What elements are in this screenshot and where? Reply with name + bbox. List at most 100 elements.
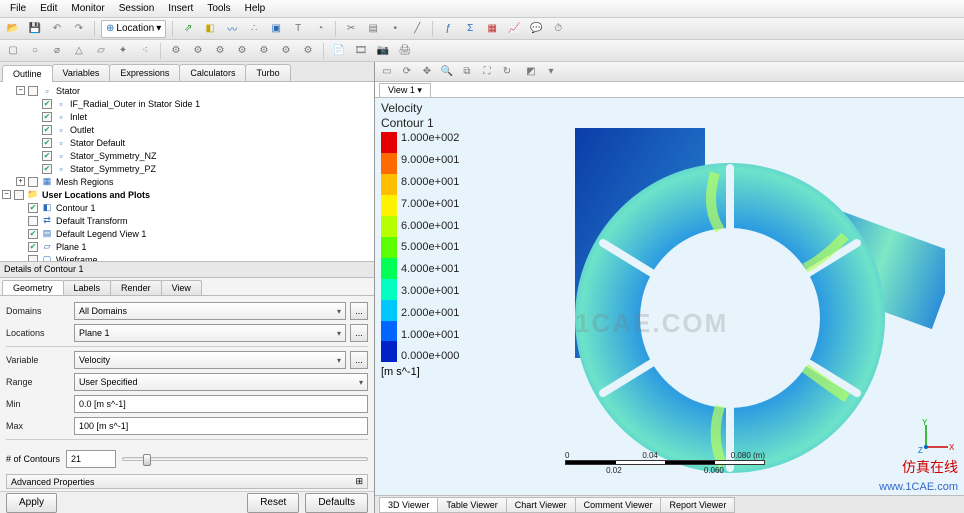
menu-tools[interactable]: Tools (201, 1, 236, 16)
3d-viewport[interactable]: Velocity Contour 1 1.000e+0029.000e+0018… (375, 98, 964, 495)
tree-checkbox[interactable]: ✔ (42, 164, 52, 174)
tree-checkbox[interactable] (28, 255, 38, 263)
tree-checkbox[interactable] (28, 86, 38, 96)
tab-variables[interactable]: Variables (52, 64, 111, 81)
print-icon[interactable]: 🖨 (396, 42, 414, 60)
tree-node[interactable]: ▢Wireframe (2, 253, 372, 262)
timer-icon[interactable]: ⏱ (549, 20, 567, 38)
tab-expressions[interactable]: Expressions (109, 64, 180, 81)
domains-more-button[interactable]: ... (350, 302, 368, 320)
tree-checkbox[interactable]: ✔ (28, 203, 38, 213)
tree-toggle[interactable]: − (16, 86, 25, 95)
tree-node[interactable]: ✔▫Stator Default (2, 136, 372, 149)
turbo4-icon[interactable]: ⚙ (233, 42, 251, 60)
plane-icon[interactable]: ▱ (92, 42, 110, 60)
menu-session[interactable]: Session (113, 1, 161, 16)
point-icon[interactable]: • (386, 20, 404, 38)
tab-outline[interactable]: Outline (2, 65, 53, 82)
tab-calculators[interactable]: Calculators (179, 64, 246, 81)
contours-spinner[interactable]: 21 (66, 450, 116, 468)
location-dropdown[interactable]: ⊕ Location ▾ (101, 20, 166, 38)
orientation-triad[interactable]: X Y Z (918, 419, 954, 455)
tree-toggle[interactable]: + (16, 177, 25, 186)
turbo5-icon[interactable]: ⚙ (255, 42, 273, 60)
comment-icon[interactable]: 💬 (527, 20, 545, 38)
range-combo[interactable]: User Specified▾ (74, 373, 368, 391)
tab-geometry[interactable]: Geometry (2, 280, 64, 295)
zoom-box-icon[interactable]: ⧉ (459, 64, 475, 80)
report-icon[interactable]: 📄 (330, 42, 348, 60)
tab-comment-viewer[interactable]: Comment Viewer (575, 497, 662, 513)
tab-turbo[interactable]: Turbo (245, 64, 290, 81)
text-icon[interactable]: T (289, 20, 307, 38)
tree-node[interactable]: ✔▫Outlet (2, 123, 372, 136)
particle-icon[interactable]: ∴ (245, 20, 263, 38)
clip-icon[interactable]: ✂ (342, 20, 360, 38)
streamline-icon[interactable]: 〰 (223, 20, 241, 38)
menu-file[interactable]: File (4, 1, 32, 16)
turbo1-icon[interactable]: ⚙ (167, 42, 185, 60)
cylinder-icon[interactable]: ⌀ (48, 42, 66, 60)
pan-icon[interactable]: ✥ (419, 64, 435, 80)
apply-button[interactable]: Apply (6, 493, 57, 513)
locations-combo[interactable]: Plane 1▾ (74, 324, 346, 342)
turbo6-icon[interactable]: ⚙ (277, 42, 295, 60)
cube-icon[interactable]: ▢ (4, 42, 22, 60)
menu-edit[interactable]: Edit (34, 1, 63, 16)
tree-checkbox[interactable]: ✔ (28, 229, 38, 239)
expression-icon[interactable]: Σ (461, 20, 479, 38)
advanced-properties-toggle[interactable]: Advanced Properties ⊞ (6, 474, 368, 489)
reset-button[interactable]: Reset (247, 493, 299, 513)
open-icon[interactable]: 📂 (4, 20, 22, 38)
undo-icon[interactable]: ↶ (48, 20, 66, 38)
cone-icon[interactable]: △ (70, 42, 88, 60)
slider-thumb[interactable] (143, 454, 151, 466)
refresh-icon[interactable]: ↻ (499, 64, 515, 80)
save-icon[interactable]: 💾 (26, 20, 44, 38)
menu-help[interactable]: Help (239, 1, 272, 16)
domains-combo[interactable]: All Domains▾ (74, 302, 346, 320)
chart-icon[interactable]: 📈 (505, 20, 523, 38)
tree-node[interactable]: ✔◧Contour 1 (2, 201, 372, 214)
snapshot-icon[interactable]: 📷 (374, 42, 392, 60)
tree-node[interactable]: ✔▫Stator_Symmetry_PZ (2, 162, 372, 175)
tree-toggle[interactable]: − (2, 190, 11, 199)
min-input[interactable]: 0.0 [m s^-1] (74, 395, 368, 413)
tree-checkbox[interactable]: ✔ (42, 112, 52, 122)
sphere-icon[interactable]: ○ (26, 42, 44, 60)
vector-icon[interactable]: ⇗ (179, 20, 197, 38)
variable-combo[interactable]: Velocity▾ (74, 351, 346, 369)
tree-node[interactable]: −▫Stator (2, 84, 372, 97)
redo-icon[interactable]: ↷ (70, 20, 88, 38)
point-cloud-icon[interactable]: ⁖ (136, 42, 154, 60)
tree-node[interactable]: ⇄Default Transform (2, 214, 372, 227)
animate-icon[interactable]: 🎞 (352, 42, 370, 60)
variable-more-button[interactable]: ... (350, 351, 368, 369)
tab-view[interactable]: View (161, 280, 202, 295)
tree-node[interactable]: +▦Mesh Regions (2, 175, 372, 188)
tree-node[interactable]: ✔▤Default Legend View 1 (2, 227, 372, 240)
tab-labels[interactable]: Labels (63, 280, 112, 295)
tab-chart-viewer[interactable]: Chart Viewer (506, 497, 576, 513)
outline-tree[interactable]: −▫Stator✔▫IF_Radial_Outer in Stator Side… (0, 82, 374, 262)
contours-slider[interactable] (122, 457, 368, 461)
tree-node[interactable]: ✔▱Plane 1 (2, 240, 372, 253)
tree-node[interactable]: −📁User Locations and Plots (2, 188, 372, 201)
turbo7-icon[interactable]: ⚙ (299, 42, 317, 60)
variable-icon[interactable]: ƒ (439, 20, 457, 38)
locations-more-button[interactable]: ... (350, 324, 368, 342)
tree-checkbox[interactable]: ✔ (42, 125, 52, 135)
highlight-icon[interactable]: ◩ (523, 64, 539, 80)
tree-checkbox[interactable] (28, 177, 38, 187)
volume-icon[interactable]: ▣ (267, 20, 285, 38)
tree-node[interactable]: ✔▫IF_Radial_Outer in Stator Side 1 (2, 97, 372, 110)
isosurface-icon[interactable]: ◔ (311, 20, 329, 38)
tree-checkbox[interactable]: ✔ (42, 151, 52, 161)
zoom-icon[interactable]: 🔍 (439, 64, 455, 80)
rotate-icon[interactable]: ⟳ (399, 64, 415, 80)
defaults-button[interactable]: Defaults (305, 493, 368, 513)
contour-icon[interactable]: ◧ (201, 20, 219, 38)
legend-icon[interactable]: ▤ (364, 20, 382, 38)
more-icon[interactable]: ▾ (543, 64, 559, 80)
tree-checkbox[interactable]: ✔ (28, 242, 38, 252)
